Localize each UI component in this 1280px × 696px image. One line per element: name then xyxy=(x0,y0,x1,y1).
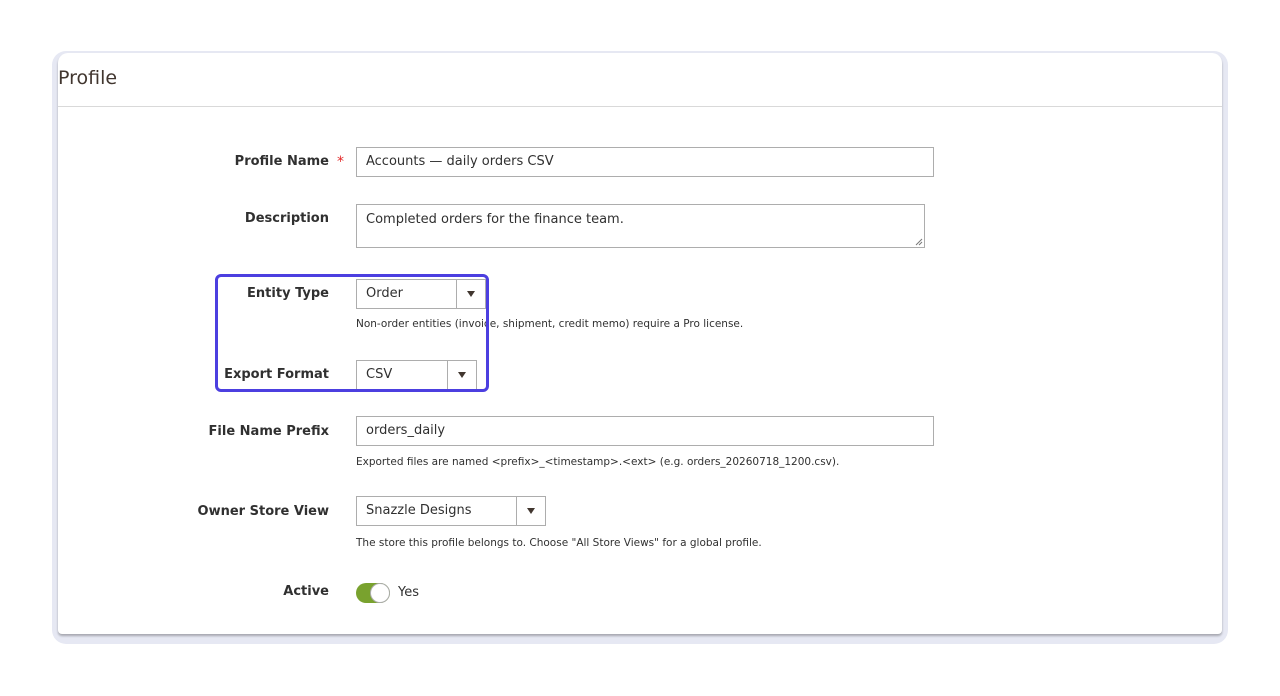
entity-type-note: Non-order entities (invoice, shipment, c… xyxy=(356,318,744,330)
owner-store-view-label: Owner Store View xyxy=(197,504,329,519)
toggle-knob xyxy=(370,583,390,603)
panel-header: Profile xyxy=(58,53,1222,107)
profile-name-label: Profile Name xyxy=(234,154,329,169)
required-marker: * xyxy=(337,154,344,170)
export-format-label: Export Format xyxy=(224,367,329,382)
chevron-down-icon xyxy=(467,291,475,297)
owner-store-view-note: The store this profile belongs to. Choos… xyxy=(356,537,762,549)
profile-panel: Profile Profile Name * Accounts — daily … xyxy=(58,53,1222,634)
description-textarea[interactable]: Completed orders for the finance team. xyxy=(356,204,925,248)
active-label: Active xyxy=(283,584,329,599)
owner-store-view-value: Snazzle Designs xyxy=(366,503,472,518)
description-label: Description xyxy=(244,211,329,226)
chevron-down-icon xyxy=(458,372,466,378)
entity-type-value: Order xyxy=(366,286,403,301)
profile-name-input[interactable]: Accounts — daily orders CSV xyxy=(356,147,934,177)
export-format-dropdown-button[interactable] xyxy=(447,361,476,389)
resize-grip-icon[interactable] xyxy=(915,238,923,246)
file-name-prefix-note: Exported files are named <prefix>_<times… xyxy=(356,456,840,468)
owner-store-view-select[interactable]: Snazzle Designs xyxy=(356,496,546,526)
entity-type-select[interactable]: Order xyxy=(356,279,486,309)
file-name-prefix-label: File Name Prefix xyxy=(208,424,329,439)
chevron-down-icon xyxy=(527,508,535,514)
panel-title: Profile xyxy=(58,67,118,89)
export-format-value: CSV xyxy=(366,367,393,382)
active-toggle[interactable] xyxy=(356,583,390,603)
owner-store-view-dropdown-button[interactable] xyxy=(516,497,545,525)
active-toggle-label: Yes xyxy=(398,585,419,600)
description-text: Completed orders for the finance team. xyxy=(366,212,624,227)
entity-type-dropdown-button[interactable] xyxy=(456,280,485,308)
export-format-select[interactable]: CSV xyxy=(356,360,477,390)
entity-type-label: Entity Type xyxy=(247,286,329,301)
file-name-prefix-input[interactable]: orders_daily xyxy=(356,416,934,446)
